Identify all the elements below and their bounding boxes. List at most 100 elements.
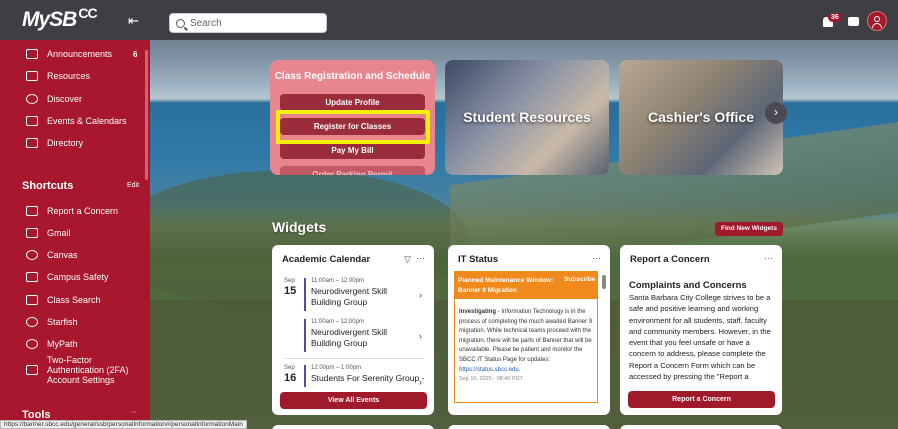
mysbcc-logo[interactable]: MySB CC (22, 6, 98, 32)
event-color-bar (304, 278, 306, 311)
search-box[interactable] (169, 13, 327, 33)
user-avatar[interactable] (867, 11, 887, 31)
shortcut-label: Canvas (47, 250, 78, 260)
it-status-timestamp: Sep 10, 2025 - 08:40 PDT (459, 376, 523, 383)
shortcut-report-concern[interactable]: Report a Concern (0, 201, 148, 221)
sidebar-item-label: Discover (47, 94, 83, 104)
compass-icon (26, 94, 38, 104)
order-parking-permit-button[interactable]: Order Parking Permit (280, 166, 425, 175)
it-status-banner: Planned Maintenance Window: Banner 9 Mig… (454, 271, 598, 299)
widget-stub (448, 425, 610, 429)
widget-title: Academic Calendar (282, 254, 371, 265)
event-time: 11:00am – 12:00pm (311, 319, 364, 325)
calendar-icon (26, 116, 38, 126)
search-icon (176, 18, 185, 28)
update-profile-button[interactable]: Update Profile (280, 94, 425, 111)
widget-menu-icon[interactable]: ··· (764, 253, 773, 263)
external-link-icon (26, 365, 38, 375)
it-status-body: Investigating - Information Technology i… (454, 299, 598, 403)
register-highlight-box (276, 110, 430, 144)
find-new-widgets-button[interactable]: Find New Widgets (715, 222, 783, 236)
tools-more-button[interactable]: ··· (130, 409, 137, 416)
notification-count-badge: 36 (828, 13, 842, 22)
event-color-bar (304, 365, 306, 387)
shortcut-class-search[interactable]: Class Search (0, 290, 148, 310)
event-name: Neurodivergent Skill Building Group (311, 286, 388, 307)
event-color-bar (304, 319, 306, 352)
it-status-text: - Information Technology is in the proce… (459, 309, 593, 363)
shortcut-gmail[interactable]: Gmail (0, 223, 148, 243)
it-status-widget: IT Status ··· Planned Maintenance Window… (448, 245, 610, 415)
academic-calendar-widget: Academic Calendar ▽ ··· Sep 15 11:00am –… (272, 245, 434, 415)
it-status-link[interactable]: https://status.sbcc.edu. (459, 367, 520, 373)
megaphone-icon (26, 49, 38, 59)
mail-icon (26, 228, 38, 238)
event-month: Sep (284, 365, 295, 371)
widget-menu-icon[interactable]: ··· (416, 253, 425, 263)
shortcut-label: Campus Safety (47, 272, 109, 282)
event-name: Students For Serenity Group - (311, 373, 425, 383)
top-bar: MySBCC ⇤ 36 (0, 0, 898, 40)
globe-icon (26, 317, 38, 327)
chat-icon[interactable] (848, 17, 859, 26)
shortcut-mypath[interactable]: MyPath (0, 334, 148, 354)
report-concern-widget: Report a Concern ··· Complaints and Conc… (620, 245, 782, 415)
student-resources-title: Student Resources (463, 109, 591, 125)
globe-icon (26, 339, 38, 349)
sidebar-item-directory[interactable]: Directory (0, 133, 148, 153)
widget-stub (620, 425, 782, 429)
event-time: 12:00pm – 1:00pm (311, 365, 362, 371)
carousel-next-button[interactable]: › (765, 102, 787, 124)
sidebar-item-events-calendars[interactable]: Events & Calendars (0, 111, 148, 131)
view-all-events-button[interactable]: View All Events (280, 392, 427, 409)
folder-icon (26, 71, 38, 81)
shortcut-label: Gmail (47, 228, 71, 238)
shortcut-label: Two-Factor Authentication (2FA) Account … (47, 355, 129, 385)
shortcuts-edit-link[interactable]: Edit (127, 182, 139, 189)
pay-my-bill-button[interactable]: Pay My Bill (280, 142, 425, 159)
complaints-text: Santa Barbara City College strives to be… (629, 293, 771, 382)
shortcut-canvas[interactable]: Canvas (0, 245, 148, 265)
announcement-count: 6 (133, 49, 138, 59)
filter-icon[interactable]: ▽ (404, 254, 411, 265)
sidebar-item-label: Resources (47, 71, 91, 81)
it-status-scrollbar[interactable] (602, 275, 606, 289)
sidebar-item-discover[interactable]: Discover (0, 89, 148, 109)
it-banner-title: Planned Maintenance Window: Banner 9 Mig… (458, 277, 554, 294)
class-registration-title: Class Registration and Schedule (274, 71, 431, 82)
status-bar-url: https://banner.sbcc.edu/general/ssb/pers… (0, 420, 247, 429)
student-resources-card[interactable]: Student Resources (445, 60, 609, 175)
widget-title: IT Status (458, 254, 499, 265)
user-body-icon (872, 23, 882, 28)
shortcut-campus-safety[interactable]: Campus Safety (0, 267, 148, 287)
sidebar: Announcements 6 Resources Discover Event… (0, 40, 150, 429)
shortcut-label: Report a Concern (47, 206, 119, 216)
chevron-right-icon: › (774, 105, 778, 119)
chevron-right-icon: › (419, 377, 422, 387)
document-icon (26, 206, 38, 216)
shortcut-label: MyPath (47, 339, 78, 349)
widget-menu-icon[interactable]: ··· (592, 253, 601, 263)
report-concern-button[interactable]: Report a Concern (628, 391, 775, 408)
sidebar-item-label: Directory (47, 138, 84, 148)
event-time: 11:00am – 12:00pm (311, 278, 364, 284)
search-input[interactable] (190, 17, 320, 29)
document-icon (26, 295, 38, 305)
event-day: 16 (284, 372, 297, 384)
sidebar-item-announcements[interactable]: Announcements 6 (0, 44, 148, 64)
shortcut-2fa-settings[interactable]: Two-Factor Authentication (2FA) Account … (0, 355, 148, 385)
sidebar-item-resources[interactable]: Resources (0, 66, 148, 86)
shortcut-label: Starfish (47, 317, 78, 327)
chevron-right-icon: › (419, 331, 422, 341)
user-head-icon (874, 16, 880, 22)
it-subscribe-link[interactable]: Subscribe (564, 276, 595, 283)
shortcut-starfish[interactable]: Starfish (0, 312, 148, 332)
collapse-sidebar-icon[interactable]: ⇤ (128, 13, 139, 29)
directory-icon (26, 138, 38, 148)
event-month: Sep (284, 278, 295, 284)
shortcut-label: Class Search (47, 295, 101, 305)
widget-stub (272, 425, 434, 429)
cashiers-office-card[interactable]: Cashier's Office (619, 60, 783, 175)
sidebar-item-label: Announcements (47, 49, 113, 59)
canvas-icon (26, 250, 38, 260)
